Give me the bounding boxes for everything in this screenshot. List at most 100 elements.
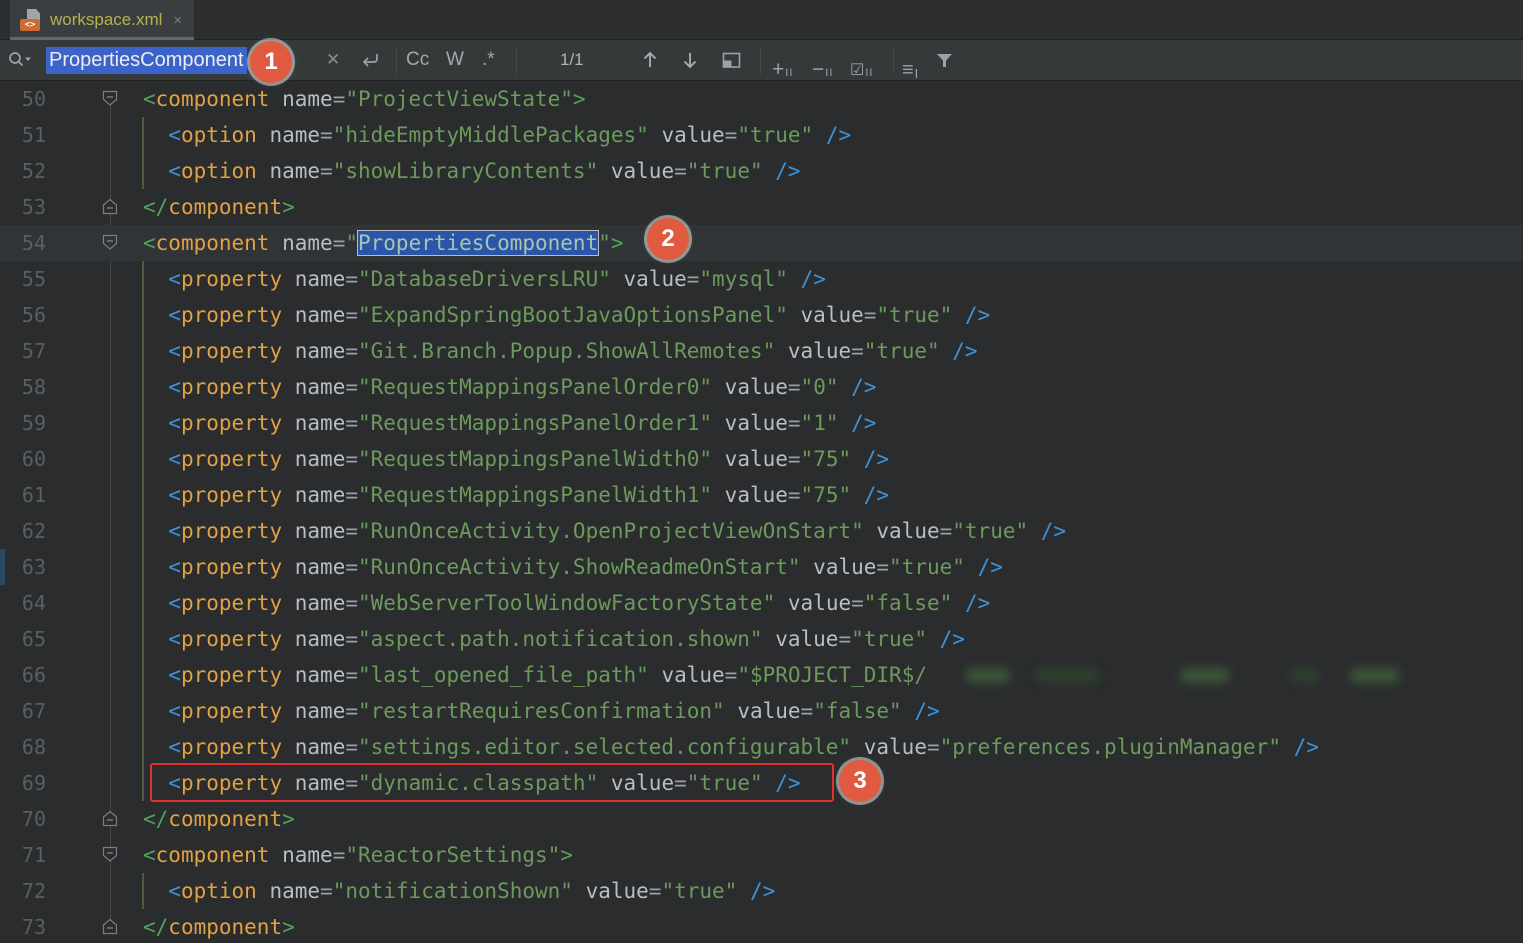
search-options-icon[interactable] — [8, 40, 34, 80]
token: > — [282, 807, 295, 831]
code-line-65[interactable]: 65 <property name="aspect.path.notificat… — [0, 621, 1523, 657]
remove-occurrence-button[interactable]: − II — [812, 40, 833, 80]
code-line-56[interactable]: 56 <property name="ExpandSpringBootJavaO… — [0, 297, 1523, 333]
token: </ — [143, 915, 168, 939]
token: "ProjectViewState" — [345, 87, 573, 111]
token: "notificationShown" — [333, 879, 573, 903]
code-line-63[interactable]: 63 <property name="RunOnceActivity.ShowR… — [0, 549, 1523, 585]
code-line-60[interactable]: 60 <property name="RequestMappingsPanelW… — [0, 441, 1523, 477]
code-line-67[interactable]: 67 <property name="restartRequiresConfir… — [0, 693, 1523, 729]
code-line-70[interactable]: 70</component> — [0, 801, 1523, 837]
redacted-text-blur — [1180, 668, 1230, 683]
token — [813, 123, 826, 147]
token: value — [864, 735, 927, 759]
occurrence-suffix: II — [785, 67, 793, 80]
token: = — [687, 267, 700, 291]
line-number: 54 — [0, 225, 46, 261]
token: = — [788, 375, 801, 399]
line-number: 71 — [0, 837, 46, 873]
code-line-55[interactable]: 55 <property name="DatabaseDriversLRU" v… — [0, 261, 1523, 297]
code-line-50[interactable]: 50<component name="ProjectViewState"> — [0, 81, 1523, 117]
code-line-62[interactable]: 62 <property name="RunOnceActivity.OpenP… — [0, 513, 1523, 549]
token: property — [181, 699, 282, 723]
fold-marker-icon[interactable] — [102, 90, 118, 107]
token: property — [181, 303, 282, 327]
fold-marker-icon[interactable] — [102, 234, 118, 251]
tab-workspace-xml[interactable]: <> workspace.xml × — [10, 0, 194, 40]
token — [712, 483, 725, 507]
line-number: 66 — [0, 657, 46, 693]
match-case-button[interactable]: Cc — [406, 40, 429, 80]
code-line-57[interactable]: 57 <property name="Git.Branch.Popup.Show… — [0, 333, 1523, 369]
minus-icon: − — [812, 60, 824, 80]
token: "restartRequiresConfirmation" — [358, 699, 725, 723]
token: < — [168, 123, 181, 147]
toolbar-separator — [760, 47, 761, 74]
token: option — [181, 159, 257, 183]
token: /> — [864, 447, 889, 471]
token: /> — [851, 411, 876, 435]
filter-funnel-icon[interactable] — [936, 40, 953, 80]
token: name — [295, 735, 346, 759]
prev-occurrence-button[interactable] — [642, 40, 658, 80]
gutter: 71 — [0, 837, 143, 873]
code-line-52[interactable]: 52 <option name="showLibraryContents" va… — [0, 153, 1523, 189]
token: = — [345, 267, 358, 291]
code-line-58[interactable]: 58 <property name="RequestMappingsPanelO… — [0, 369, 1523, 405]
code-line-66[interactable]: 66 <property name="last_opened_file_path… — [0, 657, 1523, 693]
token — [952, 591, 965, 615]
fold-marker-icon[interactable] — [102, 810, 118, 827]
code-line-68[interactable]: 68 <property name="settings.editor.selec… — [0, 729, 1523, 765]
token: = — [345, 339, 358, 363]
add-occurrence-button[interactable]: + II — [772, 40, 793, 80]
token: value — [624, 267, 687, 291]
code-line-51[interactable]: 51 <option name="hideEmptyMiddlePackages… — [0, 117, 1523, 153]
token: name — [295, 447, 346, 471]
lines-icon: ≡ — [902, 60, 914, 80]
token: < — [168, 555, 181, 579]
token — [143, 555, 168, 579]
code-line-69[interactable]: 69 <property name="dynamic.classpath" va… — [0, 765, 1523, 801]
words-button[interactable]: W — [446, 40, 464, 80]
toolbar-separator — [893, 47, 894, 74]
tab-close-icon[interactable]: × — [171, 12, 182, 29]
toolbar-separator — [516, 47, 517, 74]
line-number: 69 — [0, 765, 46, 801]
gutter: 51 — [0, 117, 143, 153]
search-input[interactable]: PropertiesComponent — [46, 40, 247, 80]
code-line-53[interactable]: 53</component> — [0, 189, 1523, 225]
code-line-72[interactable]: 72 <option name="notificationShown" valu… — [0, 873, 1523, 909]
regex-button[interactable]: .* — [482, 40, 495, 80]
code-line-61[interactable]: 61 <property name="RequestMappingsPanelW… — [0, 477, 1523, 513]
code-line-71[interactable]: 71<component name="ReactorSettings"> — [0, 837, 1523, 873]
fold-marker-icon[interactable] — [102, 846, 118, 863]
token: = — [864, 303, 877, 327]
token — [775, 339, 788, 363]
open-in-find-window-button[interactable] — [722, 40, 741, 80]
redacted-text-blur — [1035, 668, 1100, 683]
fold-marker-icon[interactable] — [102, 198, 118, 215]
token: = — [345, 555, 358, 579]
code-line-54[interactable]: 54<component name="PropertiesComponent"> — [0, 225, 1523, 261]
code-line-64[interactable]: 64 <property name="WebServerToolWindowFa… — [0, 585, 1523, 621]
newline-icon[interactable] — [358, 40, 382, 80]
fold-marker-icon[interactable] — [102, 918, 118, 935]
token — [763, 159, 776, 183]
token: "ReactorSettings" — [345, 843, 560, 867]
occurrence-suffix: II — [825, 67, 833, 80]
token — [851, 447, 864, 471]
token: /> — [952, 339, 977, 363]
code-line-73[interactable]: 73</component> — [0, 909, 1523, 943]
token — [965, 555, 978, 579]
filter-search-results-button[interactable]: ≡ I — [902, 40, 919, 80]
next-occurrence-button[interactable] — [682, 40, 698, 80]
token: name — [295, 267, 346, 291]
code-text: <property name="ExpandSpringBootJavaOpti… — [143, 297, 990, 333]
code-editor[interactable]: 50<component name="ProjectViewState">51 … — [0, 81, 1523, 943]
token — [143, 267, 168, 291]
code-line-59[interactable]: 59 <property name="RequestMappingsPanelO… — [0, 405, 1523, 441]
clear-search-icon[interactable]: ✕ — [326, 40, 340, 80]
code-text: </component> — [143, 189, 295, 225]
token: "true" — [687, 159, 763, 183]
select-all-occurrences-button[interactable]: ☑ II — [850, 40, 873, 80]
